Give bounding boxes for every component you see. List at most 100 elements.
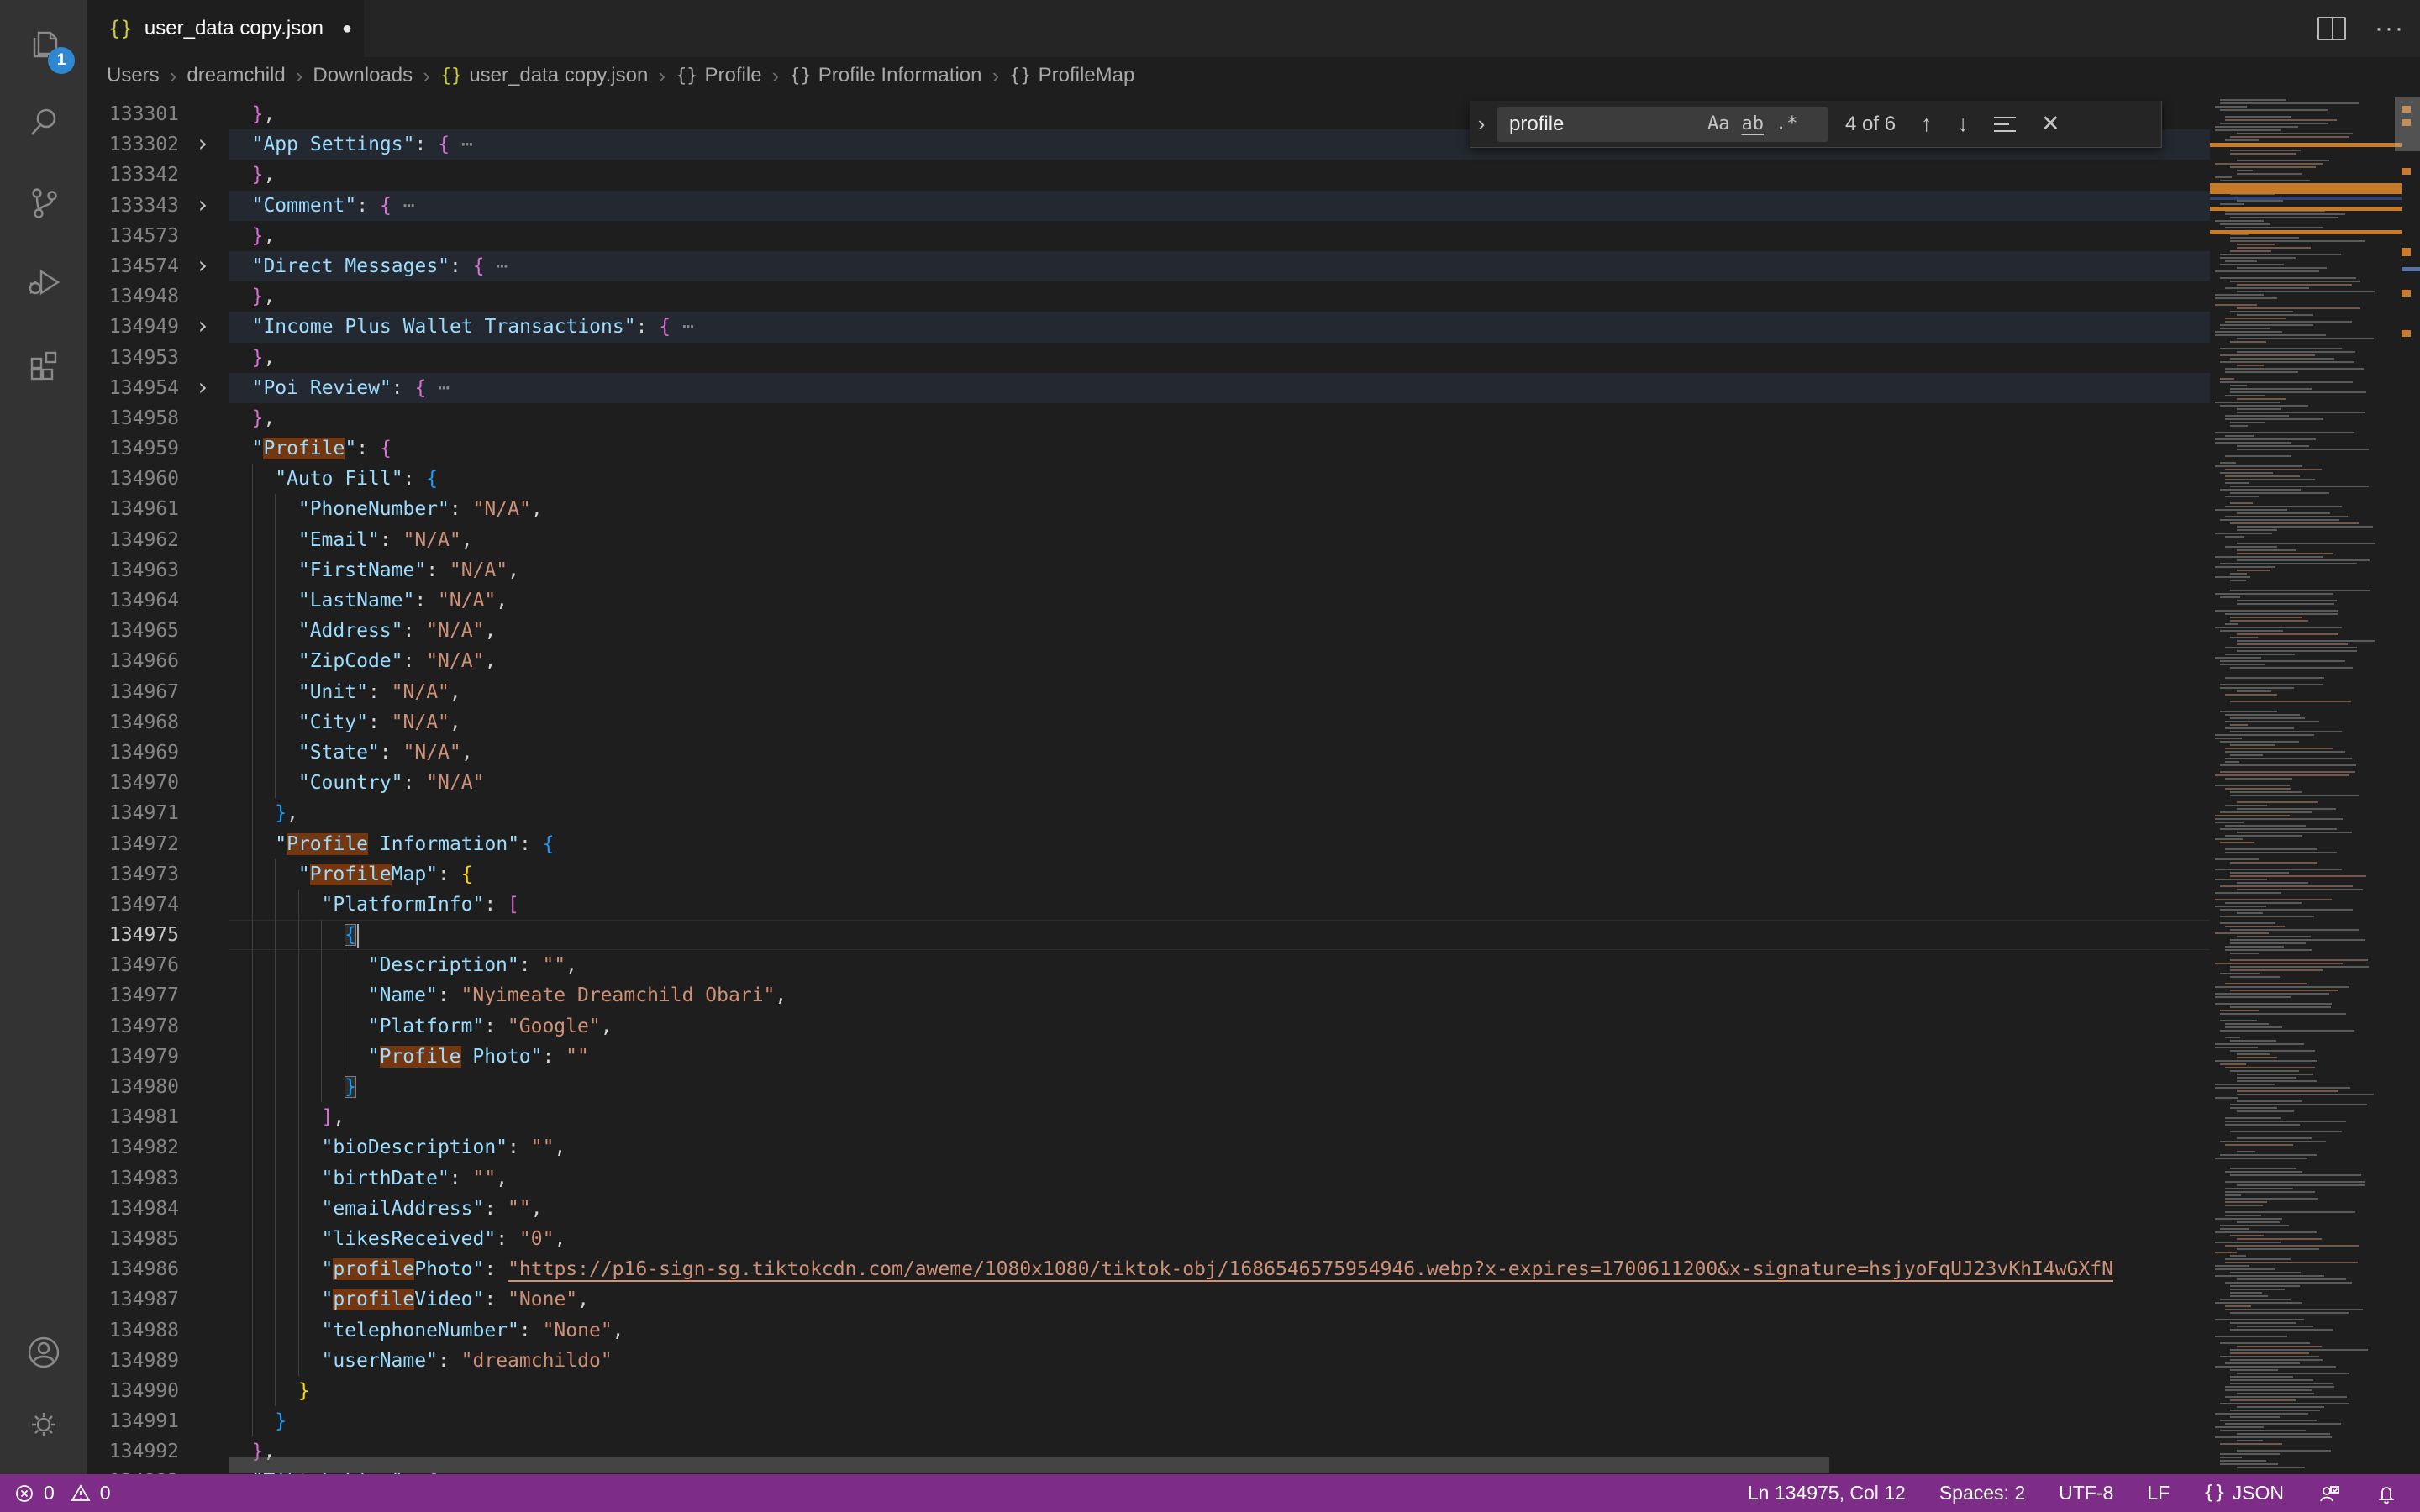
code-line[interactable]: 134959"Profile": { <box>87 433 2210 464</box>
cursor-position-status[interactable]: Ln 134975, Col 12 <box>1748 1482 1906 1504</box>
more-actions-icon[interactable]: ··· <box>2375 20 2405 37</box>
split-editor-icon[interactable] <box>2317 17 2346 40</box>
code-line[interactable]: 134960"Auto Fill": { <box>87 464 2210 494</box>
regex-toggle[interactable]: .* <box>1776 113 1798 134</box>
whole-word-toggle[interactable]: ab <box>1742 113 1765 134</box>
code-line[interactable]: 134973"ProfileMap": { <box>87 859 2210 890</box>
breadcrumb-dreamchild[interactable]: dreamchild <box>187 64 285 87</box>
extensions-button[interactable] <box>0 326 87 403</box>
line-number[interactable]: 134985 <box>87 1224 179 1254</box>
notifications-status[interactable] <box>2375 1482 2398 1505</box>
previous-match-button[interactable]: ↑ <box>1921 113 1933 135</box>
search-button[interactable] <box>0 84 87 161</box>
code-editor[interactable]: 133301},133302›"App Settings": { ⋯133342… <box>87 94 2420 1474</box>
code-line[interactable]: 134989"userName": "dreamchildo" <box>87 1346 2210 1376</box>
breadcrumb-profile[interactable]: {}Profile <box>676 64 762 87</box>
run-debug-button[interactable] <box>0 245 87 323</box>
line-number[interactable]: 134967 <box>87 677 179 707</box>
line-number[interactable]: 134974 <box>87 890 179 920</box>
problems-status[interactable]: 0 0 <box>13 1482 111 1504</box>
line-number[interactable]: 134982 <box>87 1132 179 1163</box>
line-number[interactable]: 134953 <box>87 343 179 373</box>
code-line[interactable]: 134954›"Poi Review": { ⋯ <box>87 373 2210 403</box>
line-number[interactable]: 134574 <box>87 251 179 281</box>
code-line[interactable]: 134985"likesReceived": "0", <box>87 1224 2210 1254</box>
code-line[interactable]: 134987"profileVideo": "None", <box>87 1284 2210 1315</box>
source-control-button[interactable] <box>0 165 87 242</box>
line-number[interactable]: 134573 <box>87 221 179 251</box>
line-number[interactable]: 134973 <box>87 859 179 890</box>
code-line[interactable]: 134974"PlatformInfo": [ <box>87 890 2210 920</box>
line-number[interactable]: 134990 <box>87 1376 179 1406</box>
code-line[interactable]: 134977"Name": "Nyimeate Dreamchild Obari… <box>87 980 2210 1011</box>
modified-dot-icon[interactable]: ● <box>342 19 352 39</box>
code-line[interactable]: 134982"bioDescription": "", <box>87 1132 2210 1163</box>
line-number[interactable]: 134972 <box>87 829 179 859</box>
line-number[interactable]: 134977 <box>87 980 179 1011</box>
code-line[interactable]: 134967"Unit": "N/A", <box>87 677 2210 707</box>
horizontal-scrollbar-thumb[interactable] <box>229 1457 1829 1473</box>
code-line[interactable]: 133342}, <box>87 160 2210 190</box>
code-line[interactable]: 134968"City": "N/A", <box>87 707 2210 738</box>
minimap[interactable] <box>2210 94 2402 1474</box>
line-number[interactable]: 134949 <box>87 312 179 342</box>
code-line[interactable]: 134981], <box>87 1102 2210 1132</box>
close-find-button[interactable]: ✕ <box>2041 113 2060 135</box>
find-in-selection-toggle[interactable] <box>1994 115 2016 134</box>
eol-status[interactable]: LF <box>2147 1482 2170 1504</box>
feedback-status[interactable] <box>2317 1482 2341 1505</box>
fold-chevron-icon[interactable]: › <box>187 191 218 219</box>
line-number[interactable]: 134978 <box>87 1011 179 1042</box>
breadcrumb-profilemap[interactable]: {}ProfileMap <box>1009 64 1134 87</box>
encoding-status[interactable]: UTF-8 <box>2059 1482 2113 1504</box>
line-number[interactable]: 134965 <box>87 616 179 646</box>
match-case-toggle[interactable]: Aa <box>1707 113 1730 134</box>
line-number[interactable]: 134968 <box>87 707 179 738</box>
vertical-scrollbar-thumb[interactable] <box>2395 97 2420 151</box>
code-line[interactable]: 134964"LastName": "N/A", <box>87 585 2210 616</box>
code-line[interactable]: 134983"birthDate": "", <box>87 1163 2210 1194</box>
line-number[interactable]: 134983 <box>87 1163 179 1194</box>
line-number[interactable]: 134980 <box>87 1072 179 1102</box>
code-line[interactable]: 134975{ <box>87 920 2210 950</box>
line-number[interactable]: 134984 <box>87 1194 179 1224</box>
line-number[interactable]: 134986 <box>87 1254 179 1284</box>
code-line[interactable]: 134991} <box>87 1406 2210 1436</box>
code-line[interactable]: 134984"emailAddress": "", <box>87 1194 2210 1224</box>
breadcrumb-file[interactable]: {}user_data copy.json <box>440 64 649 87</box>
fold-chevron-icon[interactable]: › <box>187 373 218 402</box>
explorer-button[interactable]: 1 <box>0 7 87 84</box>
next-match-button[interactable]: ↓ <box>1958 113 1970 135</box>
line-number[interactable]: 133301 <box>87 99 179 129</box>
code-line[interactable]: 134961"PhoneNumber": "N/A", <box>87 494 2210 524</box>
code-line[interactable]: 134573}, <box>87 221 2210 251</box>
line-number[interactable]: 134992 <box>87 1436 179 1467</box>
line-number[interactable]: 134976 <box>87 950 179 980</box>
code-line[interactable]: 134972"Profile Information": { <box>87 829 2210 859</box>
toggle-replace-chevron-icon[interactable]: › <box>1470 111 1492 137</box>
line-number[interactable]: 134958 <box>87 403 179 433</box>
line-number[interactable]: 134960 <box>87 464 179 494</box>
code-line[interactable]: 134574›"Direct Messages": { ⋯ <box>87 251 2210 281</box>
line-number[interactable]: 134987 <box>87 1284 179 1315</box>
code-line[interactable]: 133343›"Comment": { ⋯ <box>87 191 2210 221</box>
line-number[interactable]: 134948 <box>87 281 179 312</box>
code-line[interactable]: 134953}, <box>87 343 2210 373</box>
code-line[interactable]: 134988"telephoneNumber": "None", <box>87 1315 2210 1346</box>
line-number[interactable]: 134954 <box>87 373 179 403</box>
code-line[interactable]: 134980} <box>87 1072 2210 1102</box>
line-number[interactable]: 134989 <box>87 1346 179 1376</box>
fold-chevron-icon[interactable]: › <box>187 312 218 340</box>
code-line[interactable]: 134962"Email": "N/A", <box>87 525 2210 555</box>
code-line[interactable]: 134966"ZipCode": "N/A", <box>87 646 2210 676</box>
line-number[interactable]: 134961 <box>87 494 179 524</box>
line-number[interactable]: 134969 <box>87 738 179 768</box>
code-line[interactable]: 134990} <box>87 1376 2210 1406</box>
code-line[interactable]: 134965"Address": "N/A", <box>87 616 2210 646</box>
code-line[interactable]: 134969"State": "N/A", <box>87 738 2210 768</box>
breadcrumb-profile-information[interactable]: {}Profile Information <box>789 64 981 87</box>
line-number[interactable]: 134962 <box>87 525 179 555</box>
line-number[interactable]: 134963 <box>87 555 179 585</box>
code-line[interactable]: 134963"FirstName": "N/A", <box>87 555 2210 585</box>
settings-button[interactable] <box>0 1386 87 1463</box>
